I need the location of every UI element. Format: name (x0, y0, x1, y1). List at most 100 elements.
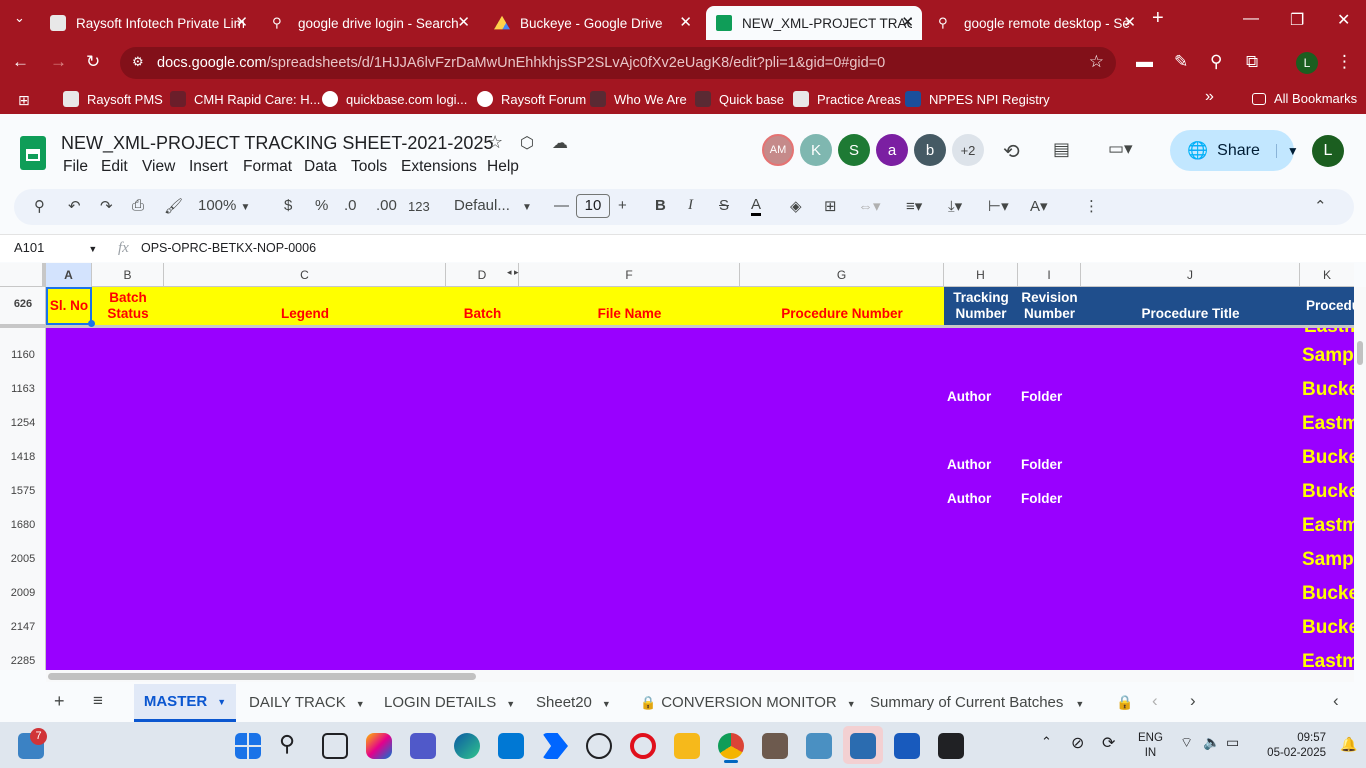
procedure-type-cell[interactable]: Bucke (1302, 583, 1354, 605)
meet-icon[interactable]: ▭▾ (1108, 139, 1133, 159)
all-sheets-icon[interactable]: ≡ (93, 691, 103, 711)
row-header[interactable]: 1254 (0, 417, 46, 429)
tracking-cell[interactable]: Author (947, 389, 991, 404)
currency-format-button[interactable]: $ (284, 197, 292, 214)
app-icon[interactable] (762, 733, 788, 759)
comments-icon[interactable]: ▤ (1053, 139, 1070, 160)
apps-grid-icon[interactable]: ⊞ (18, 92, 30, 109)
zoom-select[interactable]: 100% ▼ (198, 197, 250, 214)
text-color-button[interactable]: A (751, 197, 762, 216)
extensions-puzzle-icon[interactable]: ⧉ (1246, 52, 1258, 72)
row-header[interactable]: 2147 (0, 621, 46, 633)
maximize-window-button[interactable]: ❐ (1290, 10, 1304, 30)
search-icon[interactable]: ⚲ (279, 731, 295, 757)
revision-cell[interactable]: Folder (1021, 491, 1062, 506)
row-header-frozen[interactable]: 626 (0, 298, 46, 310)
column-header-g[interactable]: G (740, 263, 944, 287)
reload-icon[interactable]: ↻ (86, 52, 100, 72)
version-history-icon[interactable]: ⟲ (1003, 139, 1020, 164)
selection-handle[interactable] (88, 320, 95, 327)
site-info-icon[interactable]: ⚙ (132, 54, 144, 70)
menu-view[interactable]: View (142, 158, 175, 176)
procedure-type-cell[interactable]: Eastm (1302, 651, 1354, 670)
back-icon[interactable]: ← (12, 52, 29, 72)
text-wrapping-icon[interactable]: ⊢▾ (988, 197, 1009, 215)
profile-avatar[interactable]: L (1296, 52, 1318, 74)
bookmark-raysoft-forum[interactable]: Raysoft Forum (477, 91, 586, 107)
star-icon[interactable]: ☆ (487, 132, 503, 153)
bookmarks-overflow-button[interactable]: » (1205, 88, 1214, 106)
chevron-down-icon[interactable]: ▼ (1075, 699, 1084, 709)
all-bookmarks-button[interactable]: All Bookmarks (1252, 91, 1357, 106)
bookmark-star-icon[interactable]: ☆ (1089, 52, 1104, 72)
horizontal-align-icon[interactable]: ≡▾ (906, 197, 922, 215)
number-format-button[interactable]: 123 (408, 199, 430, 214)
browser-tab-google-drive-search[interactable]: ⚲ google drive login - Search ✕ (262, 6, 478, 40)
user-avatar[interactable]: L (1312, 135, 1344, 167)
close-window-button[interactable]: ✕ (1337, 10, 1350, 30)
menu-file[interactable]: File (63, 158, 88, 176)
hidden-column-arrows[interactable]: ◂ ▸ (507, 267, 519, 278)
menu-tools[interactable]: Tools (351, 158, 387, 176)
sheet-tab-daily-track[interactable]: DAILY TRACK ▼ (249, 694, 365, 711)
italic-button[interactable]: I (688, 197, 693, 214)
explore-collapse-icon[interactable]: ‹ (1333, 691, 1339, 711)
search-menus-icon[interactable]: ⚲ (34, 197, 45, 215)
browser-menu-icon[interactable]: ⋮ (1336, 52, 1353, 72)
browser-tab-raysoft[interactable]: Raysoft Infotech Private Lim ✕ (40, 6, 256, 40)
row-header[interactable]: 1418 (0, 451, 46, 463)
column-header-i[interactable]: I (1018, 263, 1081, 287)
revision-cell[interactable]: Folder (1021, 457, 1062, 472)
volume-icon[interactable]: 🔈 (1203, 734, 1220, 751)
chevron-down-icon[interactable]: ▼ (602, 699, 611, 709)
column-header-f[interactable]: F (519, 263, 740, 287)
edge-icon[interactable] (454, 733, 480, 759)
more-options-button[interactable]: ⋮ (1084, 197, 1099, 215)
vpn-icon[interactable]: ⊘ (1071, 733, 1084, 753)
tracking-cell[interactable]: Author (947, 491, 991, 506)
file-explorer-icon[interactable] (674, 733, 700, 759)
increase-decimal-button[interactable]: .00 (376, 197, 397, 214)
header-cell-batch[interactable]: Batch (446, 287, 519, 325)
sheet-tab-summary[interactable]: Summary of Current Batches ▼ (870, 694, 1084, 711)
text-rotation-icon[interactable]: A▾ (1030, 197, 1048, 215)
sheet-tab-master[interactable]: MASTER ▼ (134, 684, 236, 722)
header-cell-batch-status[interactable]: Batch Status (92, 287, 164, 325)
tracking-cell[interactable]: Author (947, 457, 991, 472)
row-header[interactable]: 2009 (0, 587, 46, 599)
menu-insert[interactable]: Insert (189, 158, 228, 176)
bookmark-cmh[interactable]: CMH Rapid Care: H... (170, 91, 320, 107)
header-cell-sl-no[interactable]: Sl. No (46, 287, 92, 325)
vertical-align-icon[interactable]: ⤓▾ (948, 197, 962, 215)
tab-search-menu-icon[interactable]: ⌄ (14, 10, 25, 26)
bold-button[interactable]: B (655, 197, 666, 214)
chevron-down-icon[interactable]: ▼ (847, 699, 856, 709)
share-button[interactable]: 🌐 Share ▼ (1170, 130, 1299, 171)
address-bar[interactable]: ⚙ docs.google.com/spreadsheets/d/1HJJA6l… (120, 47, 1116, 79)
collaborator-avatar[interactable]: b (914, 134, 946, 166)
procedure-type-cell[interactable]: Bucke (1302, 481, 1354, 503)
chevron-down-icon[interactable]: ▼ (506, 699, 515, 709)
browser-tab-tracking-sheet[interactable]: NEW_XML-PROJECT TRACKI ✕ (706, 6, 922, 40)
close-tab-icon[interactable]: ✕ (457, 13, 470, 31)
redo-icon[interactable]: ↷ (100, 197, 113, 215)
cloud-saved-icon[interactable]: ☁ (552, 133, 568, 153)
font-family-select[interactable]: Defaul... ▼ (454, 197, 532, 214)
fill-color-icon[interactable]: ◈ (790, 197, 802, 215)
forward-icon[interactable]: → (50, 52, 67, 72)
header-cell-procedure-title[interactable]: Procedure Title (1081, 287, 1300, 325)
sheets-logo-icon[interactable] (20, 136, 46, 170)
sheet-tab-login-details[interactable]: LOGIN DETAILS ▼ (384, 694, 515, 711)
font-size-input[interactable]: 10 (576, 194, 610, 218)
percent-format-button[interactable]: % (315, 197, 328, 214)
revision-cell[interactable]: Folder (1021, 389, 1062, 404)
new-tab-button[interactable]: + (1152, 7, 1164, 30)
close-tab-icon[interactable]: ✕ (901, 13, 914, 31)
menu-edit[interactable]: Edit (101, 158, 128, 176)
wifi-icon[interactable]: ⌔ (1180, 734, 1193, 752)
row-header[interactable]: 1160 (0, 349, 46, 361)
sheet-tab-conversion-monitor[interactable]: 🔒 CONVERSION MONITOR ▼ (640, 694, 856, 711)
extension-icon[interactable]: ▬ (1136, 52, 1153, 72)
vertical-scroll-thumb[interactable] (1357, 341, 1363, 365)
teams-icon[interactable] (410, 733, 436, 759)
